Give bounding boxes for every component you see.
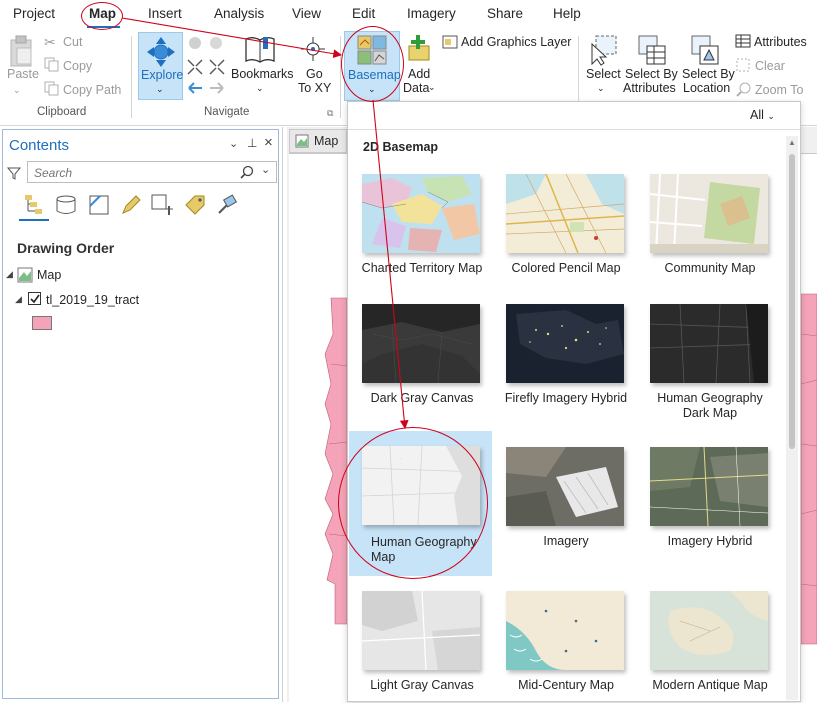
annotation-arrows	[121, 17, 409, 430]
annotation-arrow-map-to-basemap	[121, 17, 343, 59]
annotation-arrow-basemap-to-human-geography	[372, 99, 409, 430]
